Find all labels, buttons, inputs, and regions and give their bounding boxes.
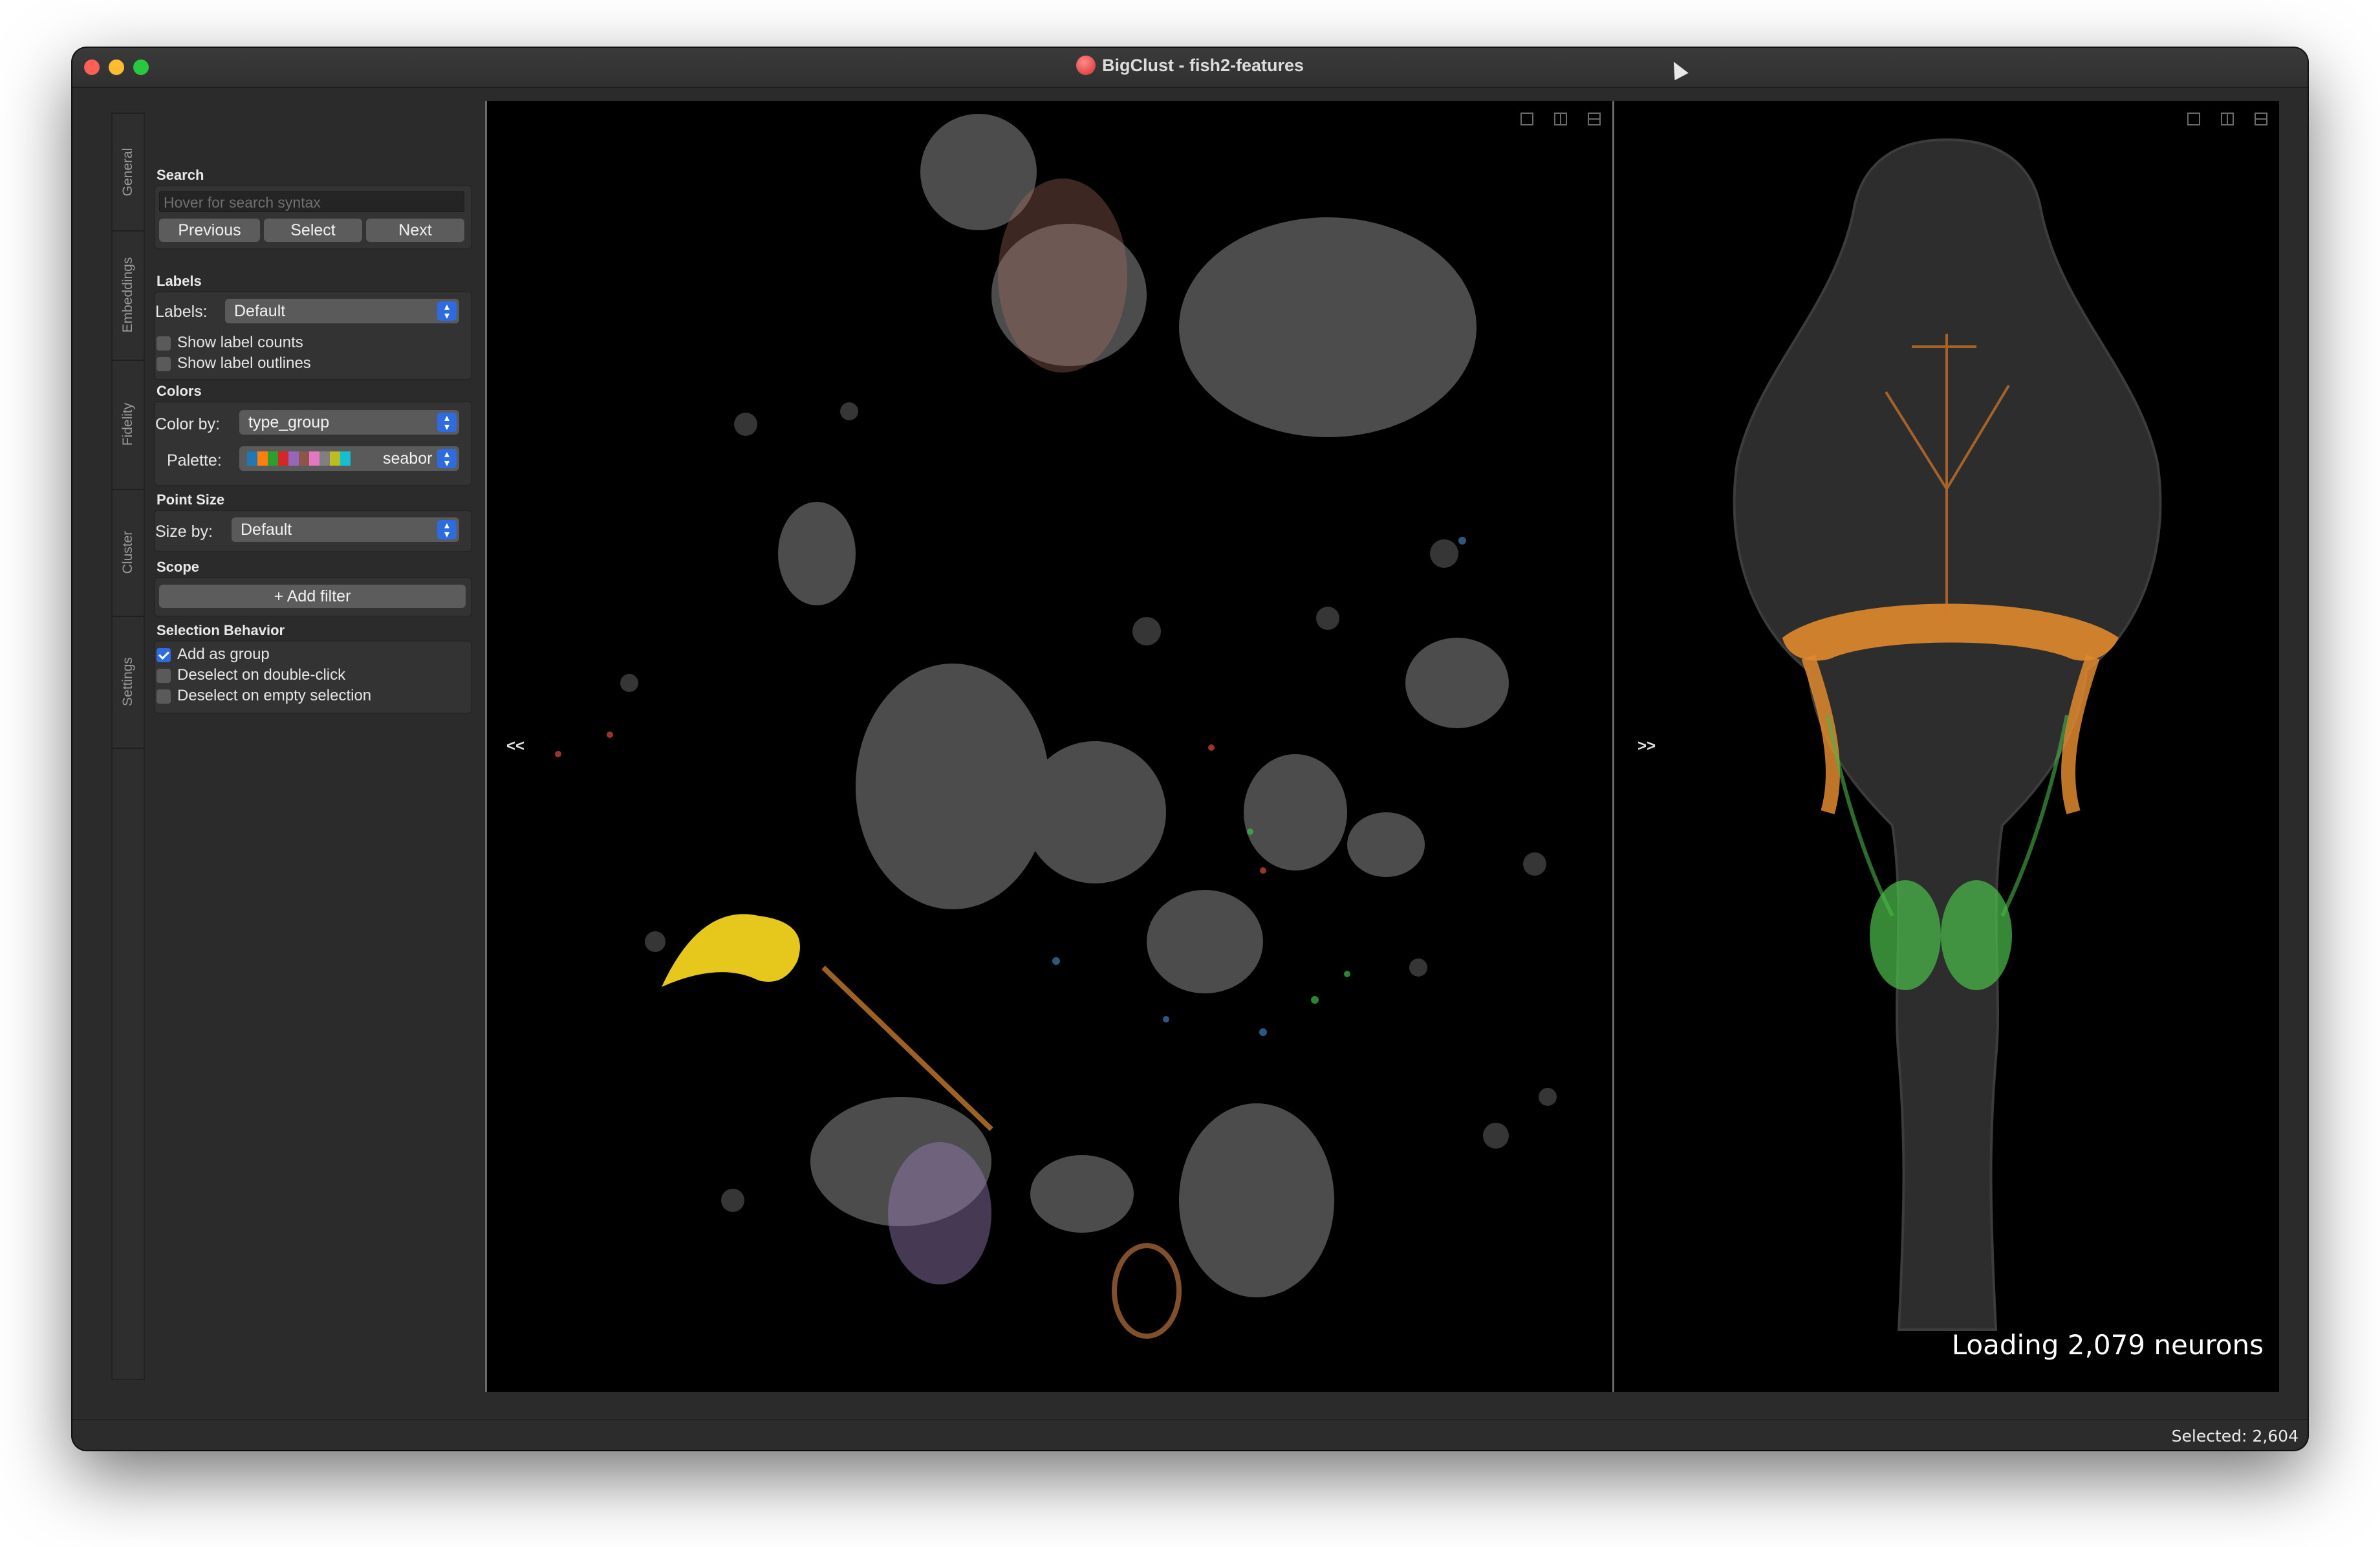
- deselect-empty-label: Deselect on empty selection: [177, 687, 372, 704]
- loading-status-text: Loading 2,079 neurons: [1951, 1329, 2264, 1361]
- add-filter-button[interactable]: + Add filter: [159, 585, 466, 608]
- chevron-updown-icon: ▴ ▾: [437, 449, 457, 469]
- palette-swatch: [268, 451, 278, 466]
- color-by-dropdown[interactable]: type_group ▴ ▾: [239, 410, 459, 435]
- colors-box: Color by: type_group ▴ ▾ Palette: seabor …: [154, 401, 472, 486]
- collapse-right-button[interactable]: >>: [1638, 737, 1656, 755]
- tab-general[interactable]: General: [113, 114, 144, 232]
- palette-swatch: [340, 451, 351, 466]
- add-as-group-label: Add as group: [177, 645, 270, 663]
- chevron-updown-icon: ▴ ▾: [437, 301, 457, 321]
- tab-general-label: General: [120, 147, 135, 197]
- tab-fidelity[interactable]: Fidelity: [113, 360, 144, 490]
- right-view-layout-controls: [2167, 113, 2267, 129]
- selection-behavior-section-title: Selection Behavior: [157, 622, 285, 638]
- brain-3d-render[interactable]: [1614, 101, 2279, 1392]
- tab-settings[interactable]: Settings: [113, 616, 144, 749]
- split-vertical-icon[interactable]: [2221, 113, 2234, 125]
- neuron-3d-view[interactable]: >> Loading 2,079 neurons: [1614, 101, 2279, 1392]
- show-label-counts-checkbox[interactable]: [157, 336, 171, 351]
- selected-yellow-cluster: [662, 914, 800, 987]
- selected-count: Selected: 2,604: [2171, 1427, 2299, 1445]
- tab-embeddings-label: Embeddings: [120, 257, 135, 333]
- purple-cluster: [888, 1142, 991, 1284]
- collapse-left-button[interactable]: <<: [506, 737, 525, 755]
- size-by-label: Size by:: [155, 523, 213, 541]
- split-horizontal-icon[interactable]: [1588, 113, 1601, 125]
- labels-section-title: Labels: [157, 273, 202, 289]
- split-vertical-icon[interactable]: [1554, 113, 1567, 125]
- app-icon: [1076, 56, 1096, 75]
- chevron-updown-icon: ▴ ▾: [437, 520, 457, 540]
- status-bar: Selected: 2,604: [72, 1419, 2308, 1450]
- palette-dropdown[interactable]: seabor ▴ ▾: [239, 446, 459, 471]
- tab-embeddings[interactable]: Embeddings: [113, 230, 144, 361]
- palette-swatch: [309, 451, 319, 466]
- labels-box: Labels: Default ▴ ▾ Show label counts Sho…: [154, 291, 472, 380]
- scope-box: + Add filter: [154, 577, 472, 617]
- palette-label: Palette:: [167, 451, 222, 470]
- embedding-scatter-plot[interactable]: [487, 101, 1612, 1392]
- brown-cluster: [998, 178, 1127, 373]
- controls-panel: Search Hover for search syntax Previous …: [147, 113, 542, 1380]
- palette-swatch: [319, 451, 330, 466]
- deselect-double-click-label: Deselect on double-click: [177, 666, 346, 684]
- select-button[interactable]: Select: [264, 219, 362, 242]
- tab-cluster[interactable]: Cluster: [113, 489, 144, 617]
- deselect-double-click-checkbox[interactable]: [157, 669, 171, 683]
- size-by-dropdown-value: Default: [241, 521, 292, 539]
- palette-swatch: [299, 451, 309, 466]
- sidebar-tab-strip: General Embeddings Fidelity Cluster Sett…: [111, 113, 145, 1380]
- palette-swatch: [288, 451, 299, 466]
- labels-dropdown[interactable]: Default ▴ ▾: [225, 299, 459, 323]
- color-by-dropdown-value: type_group: [248, 413, 330, 431]
- scope-section-title: Scope: [157, 559, 200, 575]
- chevron-updown-icon: ▴ ▾: [437, 413, 457, 433]
- add-as-group-checkbox[interactable]: [157, 648, 171, 662]
- title-bar: BigClust - fish2-features: [72, 48, 2308, 88]
- colors-section-title: Colors: [157, 383, 202, 399]
- next-button[interactable]: Next: [366, 219, 464, 242]
- point-size-box: Size by: Default ▴ ▾: [154, 510, 472, 552]
- labels-dropdown-value: Default: [234, 302, 286, 320]
- palette-dropdown-value: seabor: [383, 449, 433, 468]
- green-cluster-left: [1870, 880, 1941, 990]
- tab-settings-label: Settings: [120, 657, 135, 706]
- brain-outline: [1733, 138, 2162, 1331]
- search-input[interactable]: Hover for search syntax: [159, 191, 464, 212]
- green-cluster-right: [1941, 880, 2012, 990]
- labels-label: Labels:: [155, 303, 208, 321]
- search-section-title: Search: [157, 167, 204, 183]
- show-label-outlines-checkbox[interactable]: [157, 357, 171, 371]
- orange-ring-cluster: [1112, 1243, 1182, 1339]
- palette-swatch: [330, 451, 340, 466]
- previous-button[interactable]: Previous: [159, 219, 260, 242]
- single-view-icon[interactable]: [2187, 113, 2200, 125]
- embedding-scatter-view[interactable]: <<: [485, 101, 1614, 1392]
- color-by-label: Color by:: [155, 415, 221, 433]
- show-label-counts-label: Show label counts: [177, 334, 303, 351]
- gray-clusters: [778, 114, 1509, 1297]
- size-by-dropdown[interactable]: Default ▴ ▾: [232, 517, 459, 542]
- show-label-outlines-label: Show label outlines: [177, 354, 311, 372]
- palette-swatch: [247, 451, 257, 466]
- selection-behavior-box: Add as group Deselect on double-click De…: [154, 640, 472, 714]
- tab-fidelity-label: Fidelity: [120, 402, 135, 446]
- split-horizontal-icon[interactable]: [2255, 113, 2267, 125]
- tab-cluster-label: Cluster: [120, 530, 135, 574]
- window-title: BigClust - fish2-features: [72, 56, 2308, 76]
- palette-swatch: [257, 451, 268, 466]
- window-title-text: BigClust - fish2-features: [1101, 56, 1304, 75]
- single-view-icon[interactable]: [1520, 113, 1533, 125]
- left-view-layout-controls: [1500, 113, 1601, 129]
- app-window: BigClust - fish2-features General Embedd…: [72, 48, 2308, 1450]
- deselect-empty-checkbox[interactable]: [157, 689, 171, 704]
- point-size-section-title: Point Size: [157, 492, 225, 508]
- palette-swatch: [278, 451, 288, 466]
- search-box: Hover for search syntax Previous Select …: [154, 185, 472, 250]
